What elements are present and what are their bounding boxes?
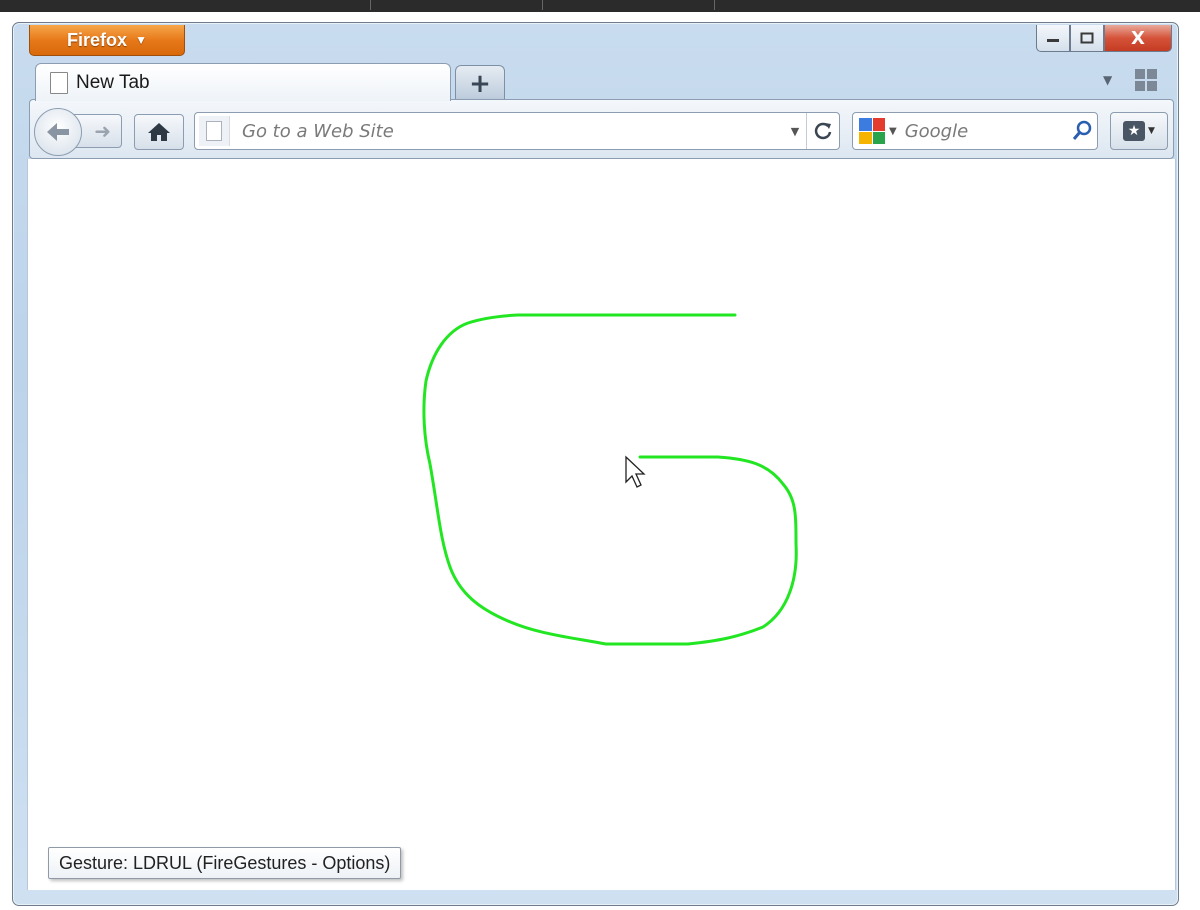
close-button[interactable]: X — [1104, 25, 1172, 52]
url-input[interactable] — [230, 115, 784, 147]
site-identity-icon[interactable] — [199, 116, 230, 146]
engine-dropdown-icon[interactable]: ▼ — [889, 126, 897, 137]
minimize-icon — [1047, 39, 1059, 42]
mouse-cursor — [625, 455, 646, 488]
maximize-icon — [1080, 32, 1094, 44]
background-strip-segment — [544, 0, 715, 10]
tab-new-tab[interactable]: New Tab — [35, 63, 451, 101]
new-tab-button[interactable]: + — [455, 65, 505, 102]
browser-window: Firefox ▼ X New Tab + ▼ ➜ Go to a Web Si… — [12, 22, 1179, 906]
background-strip-segment — [372, 0, 543, 10]
bookmarks-button[interactable]: ★ ▼ — [1110, 112, 1168, 150]
gesture-status-text: Gesture: LDRUL (FireGestures - Options) — [59, 852, 391, 873]
gesture-trail — [422, 313, 798, 646]
minimize-button[interactable] — [1036, 25, 1070, 52]
forward-arrow-icon: ➜ — [94, 119, 111, 143]
page-icon — [50, 71, 68, 94]
list-all-tabs-icon[interactable]: ▼ — [1103, 73, 1112, 87]
background-app-strip — [0, 0, 1200, 12]
search-input[interactable] — [902, 119, 1067, 143]
gesture-status-tooltip: Gesture: LDRUL (FireGestures - Options) — [48, 847, 402, 879]
caret-down-icon: ▼ — [135, 33, 147, 47]
background-strip-segment — [200, 0, 371, 10]
search-go-button[interactable] — [1067, 120, 1097, 142]
google-icon[interactable] — [859, 118, 885, 144]
firefox-menu-label: Firefox — [67, 29, 128, 50]
home-button[interactable] — [134, 114, 184, 150]
window-controls: X — [1036, 25, 1172, 55]
reload-icon — [814, 122, 832, 140]
tab-groups-icon[interactable] — [1135, 69, 1157, 91]
plus-icon: + — [469, 69, 491, 99]
home-icon — [148, 123, 170, 141]
url-bar: ▼ — [194, 112, 840, 150]
search-bar: ▼ — [852, 112, 1098, 150]
bookmarks-star-icon: ★ — [1123, 121, 1146, 141]
reload-button[interactable] — [806, 113, 839, 149]
tab-groups-cell — [1135, 81, 1145, 91]
back-button[interactable] — [34, 108, 82, 156]
caret-down-icon: ▼ — [1148, 126, 1155, 136]
tab-groups-cell — [1147, 69, 1157, 79]
back-arrow-icon — [47, 123, 69, 141]
tab-label: New Tab — [76, 71, 150, 93]
close-icon: X — [1131, 27, 1145, 49]
tab-groups-cell — [1135, 69, 1145, 79]
tab-groups-cell — [1147, 81, 1157, 91]
navigation-toolbar: ➜ ▼ ▼ — [29, 99, 1174, 159]
url-history-dropdown-icon[interactable]: ▼ — [784, 125, 806, 138]
firefox-menu-button[interactable]: Firefox ▼ — [29, 25, 185, 56]
magnifier-icon — [1072, 120, 1092, 140]
maximize-button[interactable] — [1070, 25, 1104, 52]
gesture-canvas — [422, 313, 798, 646]
page-content-area[interactable]: Gesture: LDRUL (FireGestures - Options) — [27, 159, 1176, 890]
